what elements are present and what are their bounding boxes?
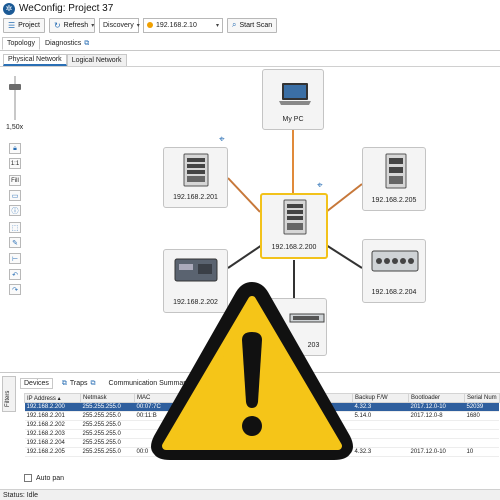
lock-icon: 🔒︎: [13, 144, 17, 152]
tab-devices-label: Devices: [24, 380, 49, 387]
layout-icon: ▭: [11, 192, 19, 200]
cell: [408, 438, 465, 448]
sort-icon: ▴: [57, 395, 61, 402]
cell: 2017.12.0-8: [408, 411, 465, 421]
tab-traps[interactable]: ⧉ Traps ⧉: [58, 378, 100, 390]
cell: [464, 429, 500, 439]
cell: 255.255.255.0: [80, 402, 135, 412]
zoom-fill-button[interactable]: Fill: [9, 175, 21, 186]
cell: 4.32.3: [352, 402, 409, 412]
cell: 4.32.3: [352, 447, 409, 457]
node-192-168-2-204[interactable]: 192.168.2.204: [362, 239, 426, 303]
node-label: 192.168.2.200: [271, 244, 317, 251]
lock-button[interactable]: 🔒︎: [9, 143, 21, 154]
undo-button[interactable]: ↶: [9, 269, 21, 280]
layout-button[interactable]: ▭: [9, 190, 21, 201]
redo-icon: ↷: [12, 286, 18, 294]
column-bootloader[interactable]: Bootloader: [408, 393, 465, 403]
filters-button[interactable]: Filters: [2, 376, 16, 412]
cell: 192.168.2.200: [24, 402, 81, 412]
switch-icon: [385, 153, 407, 189]
link-205-200: [325, 183, 363, 213]
zoom-level: 1,50x: [6, 124, 24, 131]
node-192-168-2-200[interactable]: 192.168.2.200: [260, 193, 328, 259]
cell: 255.255.255.0: [80, 447, 135, 457]
cell: [464, 438, 500, 448]
draw-button[interactable]: ✎: [9, 237, 21, 248]
column-label: Serial Num: [467, 395, 497, 401]
cell: 192.168.2.204: [24, 438, 81, 448]
column-label: Bootloader: [411, 395, 441, 401]
cell: 52039: [464, 402, 500, 412]
cell: 255.255.255.0: [80, 438, 135, 448]
column-netmask[interactable]: Netmask: [80, 393, 135, 403]
link-204-200: [325, 244, 363, 269]
cell: 192.168.2.205: [24, 447, 81, 457]
zoom-fill-label: Fill: [11, 177, 19, 184]
cell: [464, 420, 500, 430]
align-button[interactable]: ⊢: [9, 253, 21, 264]
filters-label: Filters: [5, 390, 11, 407]
switch-icon: [283, 199, 307, 235]
status-bar: Status: Idle: [0, 489, 500, 500]
link-201-200: [227, 177, 261, 213]
cell: [352, 429, 409, 439]
cell: [408, 420, 465, 430]
undo-icon: ↶: [12, 271, 18, 279]
info-button[interactable]: ⓘ: [9, 205, 21, 216]
column-label: Netmask: [83, 395, 107, 401]
cell: [408, 429, 465, 439]
node-my-pc[interactable]: My PC: [262, 69, 324, 130]
cell: 255.255.255.0: [80, 429, 135, 439]
node-192-168-2-201[interactable]: 192.168.2.201: [163, 147, 228, 208]
cell: 192.168.2.201: [24, 411, 81, 421]
cell: 2017.12.0-10: [408, 402, 465, 412]
tab-traps-label: Traps: [69, 380, 88, 387]
select-button[interactable]: ⬚: [9, 222, 21, 233]
column-serial[interactable]: Serial Num: [464, 393, 500, 403]
switch-icon: [371, 250, 419, 272]
cell: 5.14.0: [352, 411, 409, 421]
cell: 255.255.255.0: [80, 411, 135, 421]
cell: 192.168.2.202: [24, 420, 81, 430]
link-202-200: [227, 244, 263, 269]
info-icon: ⓘ: [11, 207, 19, 215]
zoom-1to1-button[interactable]: 1:1: [9, 158, 21, 169]
popout-icon[interactable]: ⧉: [62, 380, 67, 388]
auto-pan-label: Auto pan: [36, 474, 65, 482]
node-label: My PC: [282, 116, 304, 123]
status-text: Status: Idle: [3, 491, 39, 499]
node-label: 192.168.2.204: [371, 289, 417, 296]
column-label: IP Address: [27, 395, 56, 402]
node-label: 192.168.2.205: [371, 197, 417, 204]
column-label: Backup F/W: [355, 395, 388, 401]
target-icon[interactable]: ⌖: [317, 181, 327, 191]
column-backup-fw[interactable]: Backup F/W: [352, 393, 409, 403]
cell: [352, 420, 409, 430]
zoom-thumb[interactable]: [9, 84, 21, 90]
auto-pan-checkbox[interactable]: [24, 474, 32, 482]
zoom-1to1-label: 1:1: [10, 160, 20, 167]
node-label: 192.168.2.201: [173, 194, 218, 201]
cell: 2017.12.0-10: [408, 447, 465, 457]
zoom-track[interactable]: [14, 76, 16, 120]
cell: 10: [464, 447, 500, 457]
node-192-168-2-205[interactable]: 192.168.2.205: [362, 147, 426, 211]
switch-icon: [183, 153, 209, 187]
column-ip-address[interactable]: IP Address ▴: [24, 393, 81, 403]
align-icon: ⊢: [11, 255, 19, 263]
pencil-icon: ✎: [12, 239, 18, 247]
cell: 1680: [464, 411, 500, 421]
select-icon: ⬚: [11, 224, 19, 232]
laptop-icon: [279, 83, 311, 105]
cell: 255.255.255.0: [80, 420, 135, 430]
auto-pan-toggle[interactable]: Auto pan: [24, 474, 64, 482]
popout-icon[interactable]: ⧉: [91, 380, 96, 388]
target-icon[interactable]: ⌖: [219, 135, 229, 145]
tab-devices[interactable]: Devices: [20, 378, 53, 389]
warning-icon: [151, 282, 353, 460]
cell: 192.168.2.203: [24, 429, 81, 439]
cell: [352, 438, 409, 448]
redo-button[interactable]: ↷: [9, 284, 21, 295]
